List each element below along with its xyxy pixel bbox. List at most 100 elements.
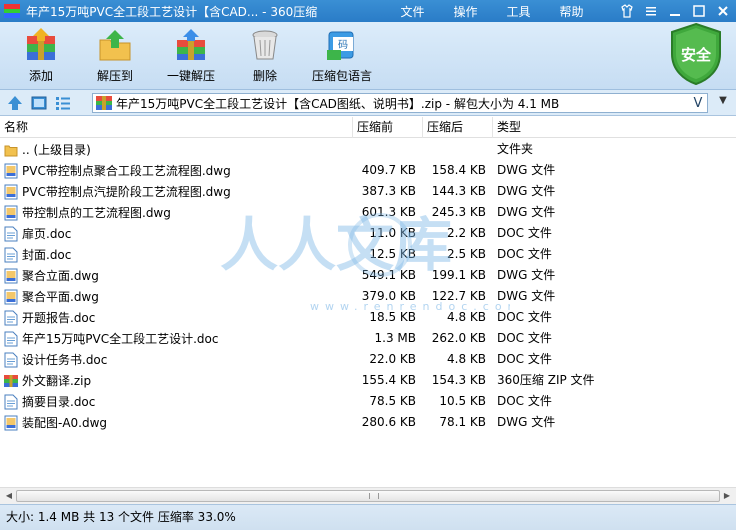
- thumbnail-view-icon[interactable]: [30, 94, 48, 112]
- file-name: 设计任务书.doc: [22, 353, 108, 367]
- file-type: DWG 文件: [497, 184, 556, 198]
- file-size: 11.0 KB: [369, 226, 416, 240]
- column-size[interactable]: 压缩前: [352, 117, 422, 138]
- menu-file[interactable]: 文件: [386, 3, 439, 20]
- file-name-cell: PVC带控制点聚合工段工艺流程图.dwg: [4, 160, 231, 181]
- maximize-button[interactable]: [690, 2, 708, 20]
- file-type: DOC 文件: [497, 226, 552, 240]
- file-type: DOC 文件: [497, 310, 552, 324]
- menu-tools[interactable]: 工具: [492, 3, 545, 20]
- file-compressed-size: 144.3 KB: [431, 184, 486, 198]
- scroll-right-icon[interactable]: ▶: [720, 490, 734, 502]
- list-view-icon[interactable]: [54, 94, 72, 112]
- menu-bar: 文件 操作 工具 帮助: [386, 3, 598, 20]
- file-row[interactable]: 带控制点的工艺流程图.dwg 601.3 KB 245.3 KB DWG 文件: [0, 202, 736, 223]
- menu-icon[interactable]: [642, 2, 660, 20]
- add-archive-icon: [24, 28, 58, 62]
- file-list: .. (上级目录) 文件夹 PVC带控制点聚合工段工艺流程图.dwg 409.7 KB…: [0, 139, 736, 487]
- column-header: 名称 压缩前 压缩后 类型: [0, 117, 736, 138]
- file-size: 1.3 MB: [374, 331, 416, 345]
- dwg-icon: [4, 205, 18, 221]
- up-arrow-icon[interactable]: [6, 94, 24, 112]
- file-row[interactable]: PVC带控制点聚合工段工艺流程图.dwg 409.7 KB 158.4 KB DWG …: [0, 160, 736, 181]
- doc-icon: [4, 226, 18, 242]
- dwg-icon: [4, 268, 18, 284]
- extract-to-button[interactable]: 解压到: [84, 28, 146, 84]
- path-v-mark: V: [693, 95, 703, 111]
- file-row[interactable]: .. (上级目录) 文件夹: [0, 139, 736, 160]
- file-name-cell: 摘要目录.doc: [4, 391, 95, 412]
- file-name: 聚合立面.dwg: [22, 269, 99, 283]
- file-compressed-size: 122.7 KB: [431, 289, 486, 303]
- toolbar: 添加 解压到 一键解压 删除 码 压缩包语言 安全: [0, 22, 736, 90]
- security-label: 安全: [680, 46, 711, 64]
- dwg-icon: [4, 163, 18, 179]
- skin-icon[interactable]: [618, 2, 636, 20]
- file-size: 387.3 KB: [361, 184, 416, 198]
- file-name: PVC带控制点汽提阶段工艺流程图.dwg: [22, 185, 231, 199]
- scrollbar-thumb[interactable]: [16, 490, 720, 502]
- doc-icon: [4, 247, 18, 263]
- security-shield-button[interactable]: 安全: [668, 22, 724, 86]
- svg-text:码: 码: [338, 39, 348, 51]
- menu-help[interactable]: 帮助: [545, 3, 598, 20]
- file-row[interactable]: PVC带控制点汽提阶段工艺流程图.dwg 387.3 KB 144.3 KB DWG …: [0, 181, 736, 202]
- delete-button[interactable]: 删除: [234, 28, 296, 84]
- column-name[interactable]: 名称: [0, 117, 352, 138]
- status-bar: 大小: 1.4 MB 共 13 个文件 压缩率 33.0%: [0, 504, 736, 530]
- file-size: 155.4 KB: [361, 373, 416, 387]
- doc-icon: [4, 352, 18, 368]
- file-name-cell: 带控制点的工艺流程图.dwg: [4, 202, 171, 223]
- file-compressed-size: [422, 139, 486, 160]
- file-compressed-size: 4.8 KB: [447, 310, 486, 324]
- file-name: 带控制点的工艺流程图.dwg: [22, 206, 171, 220]
- doc-icon: [4, 310, 18, 326]
- file-name-cell: 外文翻译.zip: [4, 370, 91, 391]
- file-row[interactable]: 设计任务书.doc 22.0 KB 4.8 KB DOC 文件: [0, 349, 736, 370]
- file-compressed-size: 4.8 KB: [447, 352, 486, 366]
- file-size: 601.3 KB: [361, 205, 416, 219]
- file-name: 装配图-A0.dwg: [22, 416, 108, 430]
- file-name-cell: 聚合立面.dwg: [4, 265, 99, 286]
- file-type: DWG 文件: [497, 163, 556, 177]
- horizontal-scrollbar[interactable]: ◀ ▶: [0, 487, 736, 504]
- password-icon: 码: [325, 28, 359, 62]
- dwg-icon: [4, 415, 18, 431]
- file-row[interactable]: 装配图-A0.dwg 280.6 KB 78.1 KB DWG 文件: [0, 412, 736, 433]
- trash-icon: [248, 28, 282, 62]
- scroll-left-icon[interactable]: ◀: [2, 490, 16, 502]
- file-row[interactable]: 聚合立面.dwg 549.1 KB 199.1 KB DWG 文件: [0, 265, 736, 286]
- column-compressed[interactable]: 压缩后: [422, 117, 492, 138]
- window-title: 年产15万吨PVC全工段工艺设计【含CAD... - 360压缩: [26, 4, 318, 19]
- extract-folder-icon: [98, 28, 132, 62]
- file-row[interactable]: 扉页.doc 11.0 KB 2.2 KB DOC 文件: [0, 223, 736, 244]
- archive-password-label: 压缩包语言: [311, 69, 372, 83]
- minimize-button[interactable]: [666, 2, 684, 20]
- file-row[interactable]: 开题报告.doc 18.5 KB 4.8 KB DOC 文件: [0, 307, 736, 328]
- file-compressed-size: 158.4 KB: [431, 163, 486, 177]
- one-click-extract-button[interactable]: 一键解压: [160, 28, 222, 84]
- file-row[interactable]: 摘要目录.doc 78.5 KB 10.5 KB DOC 文件: [0, 391, 736, 412]
- doc-icon: [4, 394, 18, 410]
- file-compressed-size: 245.3 KB: [431, 205, 486, 219]
- file-row[interactable]: 外文翻译.zip 155.4 KB 154.3 KB 360压缩 ZIP 文件: [0, 370, 736, 391]
- file-size: 280.6 KB: [361, 415, 416, 429]
- file-name-cell: 装配图-A0.dwg: [4, 412, 107, 433]
- column-type[interactable]: 类型: [492, 117, 736, 138]
- file-row[interactable]: 年产15万吨PVC全工段工艺设计.doc 1.3 MB 262.0 KB DOC 文件: [0, 328, 736, 349]
- add-button[interactable]: 添加: [10, 28, 72, 84]
- menu-operation[interactable]: 操作: [439, 3, 492, 20]
- file-name: 外文翻译.zip: [22, 374, 92, 388]
- archive-password-button[interactable]: 码 压缩包语言: [305, 28, 379, 84]
- file-row[interactable]: 封面.doc 12.5 KB 2.5 KB DOC 文件: [0, 244, 736, 265]
- app-logo-icon: [4, 4, 20, 18]
- path-dropdown-icon[interactable]: ▼: [716, 95, 730, 111]
- archive-path: 年产15万吨PVC全工段工艺设计【含CAD图纸、说明书】.zip - 解包大小为…: [116, 96, 560, 111]
- path-field[interactable]: 年产15万吨PVC全工段工艺设计【含CAD图纸、说明书】.zip - 解包大小为…: [92, 93, 708, 113]
- file-type: 360压缩 ZIP 文件: [497, 373, 595, 387]
- file-compressed-size: 154.3 KB: [431, 373, 486, 387]
- address-bar: 年产15万吨PVC全工段工艺设计【含CAD图纸、说明书】.zip - 解包大小为…: [0, 90, 736, 116]
- file-name-cell: 封面.doc: [4, 244, 71, 265]
- file-row[interactable]: 聚合平面.dwg 379.0 KB 122.7 KB DWG 文件: [0, 286, 736, 307]
- close-button[interactable]: [714, 2, 732, 20]
